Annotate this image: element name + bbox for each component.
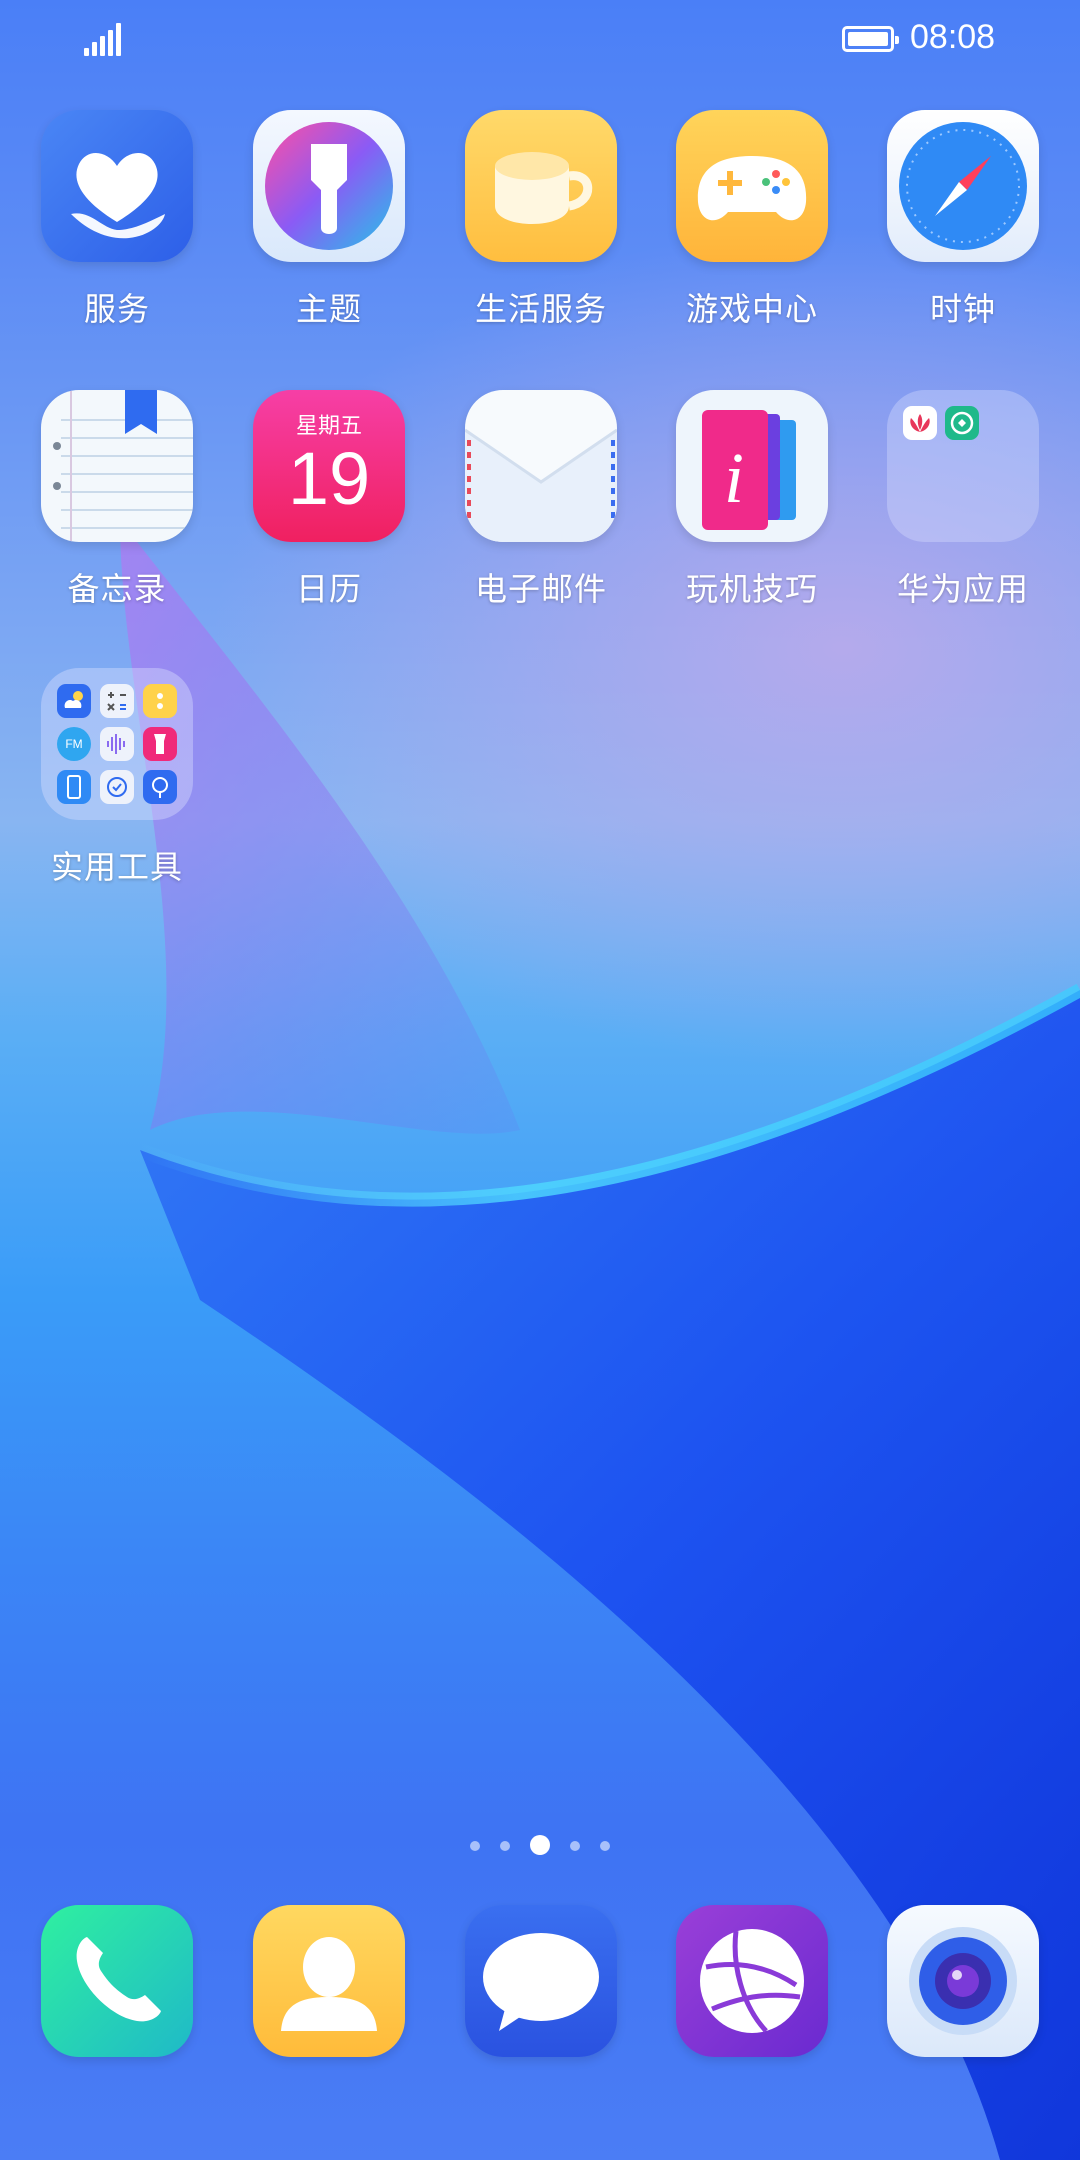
compass-clock-icon (887, 110, 1039, 262)
app-life-services[interactable]: 生活服务 (456, 110, 626, 330)
recorder-icon (143, 684, 177, 718)
page-dot[interactable] (470, 1841, 480, 1851)
app-themes[interactable]: 主题 (244, 110, 414, 330)
folder-icon (887, 390, 1039, 542)
status-time: 08:08 (910, 18, 996, 56)
svg-text:i: i (724, 438, 744, 518)
page-dot-active[interactable] (530, 1835, 550, 1855)
tips-icon: i (676, 390, 828, 542)
heart-hand-icon (41, 110, 193, 262)
page-dot[interactable] (570, 1841, 580, 1851)
phone-manager-icon (100, 770, 134, 804)
app-label: 玩机技巧 (685, 570, 818, 608)
flashlight-icon (143, 727, 177, 761)
coffee-cup-icon (465, 110, 617, 262)
page-indicator[interactable] (0, 1835, 1080, 1855)
weather-icon (57, 684, 91, 718)
sound-wave-icon (100, 727, 134, 761)
dock-browser[interactable] (667, 1905, 837, 2057)
findphone-icon (945, 406, 979, 440)
app-label: 华为应用 (896, 570, 1029, 608)
notepad-icon (41, 390, 193, 542)
calculator-icon (100, 684, 134, 718)
app-label: 服务 (83, 290, 150, 328)
camera-icon (887, 1905, 1039, 2057)
app-calendar[interactable]: 星期五 19 日历 (244, 390, 414, 610)
calendar-icon: 星期五 19 (253, 390, 405, 542)
message-bubble-icon (465, 1905, 617, 2057)
contacts-icon (253, 1905, 405, 2057)
dock-messages[interactable] (456, 1905, 626, 2057)
folder-utilities[interactable]: FM 实用工具 (32, 668, 202, 888)
status-bar: 08:08 (0, 0, 1080, 80)
app-tips[interactable]: i 玩机技巧 (667, 390, 837, 610)
app-label: 时钟 (929, 290, 996, 328)
folder-huawei-apps[interactable]: 华为应用 (878, 390, 1048, 610)
globe-icon (676, 1905, 828, 2057)
phone-clone-icon (57, 770, 91, 804)
page-dot[interactable] (600, 1841, 610, 1851)
app-label: 游戏中心 (685, 290, 818, 328)
app-label: 备忘录 (67, 570, 167, 608)
dock-camera[interactable] (878, 1905, 1048, 2057)
fm-radio-icon: FM (57, 727, 91, 761)
page-dot[interactable] (500, 1841, 510, 1851)
dock-phone[interactable] (32, 1905, 202, 2057)
folder-icon: FM (41, 668, 193, 820)
app-label: 生活服务 (474, 290, 607, 328)
app-notes[interactable]: 备忘录 (32, 390, 202, 610)
app-email[interactable]: 电子邮件 (456, 390, 626, 610)
app-services[interactable]: 服务 (32, 110, 202, 330)
dock-contacts[interactable] (244, 1905, 414, 2057)
envelope-icon (465, 390, 617, 542)
paintbrush-icon (253, 110, 405, 262)
phone-icon (41, 1905, 193, 2057)
app-label: 主题 (295, 290, 362, 328)
app-label: 实用工具 (50, 848, 183, 886)
battery-icon (842, 26, 899, 52)
calendar-day: 19 (287, 437, 371, 520)
lotus-icon (903, 406, 937, 440)
app-label: 日历 (295, 570, 362, 608)
signal-icon (84, 22, 121, 56)
app-clock[interactable]: 时钟 (878, 110, 1048, 330)
app-game-center[interactable]: 游戏中心 (667, 110, 837, 330)
magnifier-icon (143, 770, 177, 804)
app-label: 电子邮件 (474, 570, 607, 608)
gamepad-icon (676, 110, 828, 262)
